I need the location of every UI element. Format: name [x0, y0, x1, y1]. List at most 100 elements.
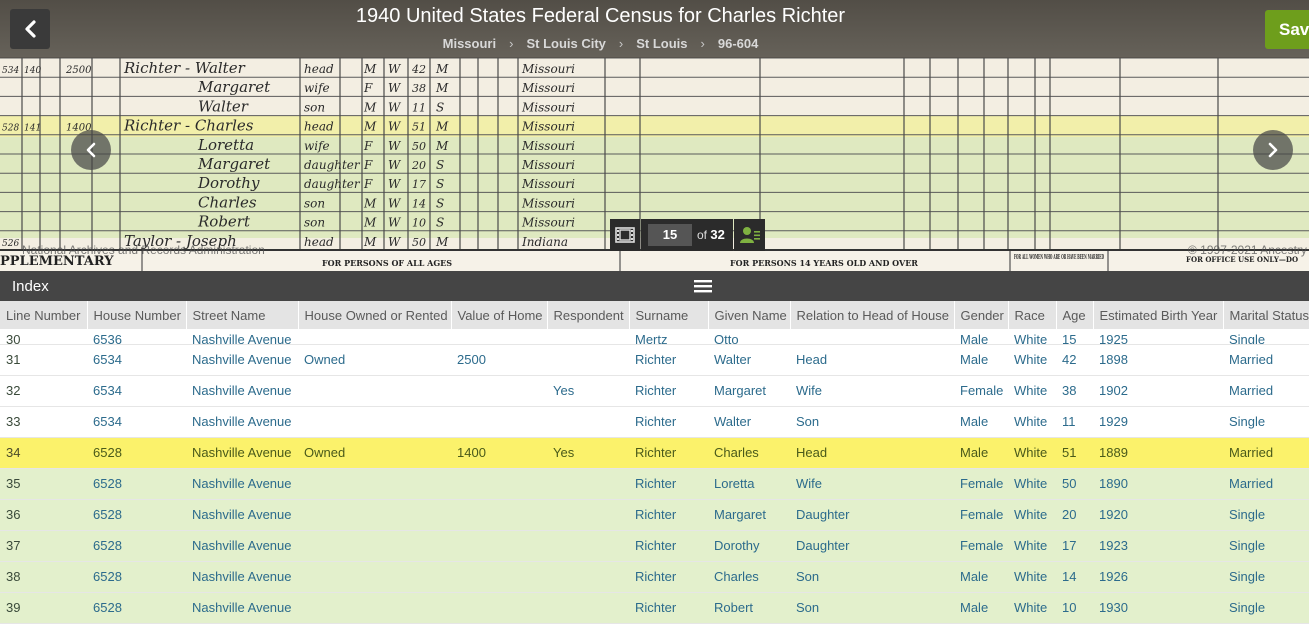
cell-relation[interactable]: Daughter [790, 530, 954, 561]
cell-surname[interactable]: Richter [629, 530, 708, 561]
handwritten-text: wife [304, 81, 330, 95]
column-header-respondent[interactable]: Respondent [547, 301, 630, 329]
cell-relation[interactable]: Head [790, 437, 954, 468]
cell-house-number[interactable]: 6528 [87, 437, 186, 468]
census-image-viewer[interactable]: 534 140 2500 Richter - Walter head M W 42 M Misso… [0, 0, 1309, 271]
cell-home-value[interactable]: 2500 [451, 344, 547, 375]
save-button[interactable]: Save [1265, 10, 1309, 49]
cell-house-number[interactable]: 6528 [87, 499, 186, 530]
breadcrumb-state[interactable]: Missouri [443, 36, 496, 51]
cell-house-number[interactable]: 6528 [87, 592, 186, 623]
cell-house-number[interactable]: 6528 [87, 530, 186, 561]
table-row[interactable]: 37 6528 Nashville Avenue Richter Dorothy Daug… [0, 530, 1309, 561]
column-header-gender[interactable]: Gender [954, 301, 1009, 329]
cell-street-name[interactable]: Nashville Avenue [186, 406, 298, 437]
cell-given-name[interactable]: Margaret [708, 499, 790, 530]
cell-relation[interactable]: Head [790, 344, 954, 375]
cell-owned-rented[interactable]: Owned [298, 344, 451, 375]
table-row[interactable]: 34 6528 Nashville Avenue Owned 1400 Yes Richte… [0, 437, 1309, 468]
cell-house-number[interactable]: 6534 [87, 406, 186, 437]
breadcrumb-town[interactable]: St Louis [636, 36, 687, 51]
cell-relation[interactable]: Son [790, 406, 954, 437]
column-header-surname[interactable]: Surname [629, 301, 709, 329]
column-header-birth-year[interactable]: Estimated Birth Year [1093, 301, 1224, 329]
cell-relation[interactable]: Wife [790, 375, 954, 406]
cell-given-name[interactable]: Walter [708, 344, 790, 375]
cell-street-name[interactable]: Nashville Avenue [186, 592, 298, 623]
cell-street-name[interactable]: Nashville Avenue [186, 530, 298, 561]
cell-street-name[interactable]: Nashville Avenue [186, 468, 298, 499]
cell-house-number[interactable]: 6528 [87, 561, 186, 592]
next-image-button[interactable] [1253, 130, 1293, 170]
previous-image-button[interactable] [71, 130, 111, 170]
cell-given-name[interactable]: Loretta [708, 468, 790, 499]
cell-surname[interactable]: Mertz [629, 329, 708, 345]
cell-line-number: 31 [6, 352, 21, 367]
handwritten-text: daughter [304, 177, 361, 191]
menu-icon[interactable] [694, 279, 712, 293]
column-header-line-number[interactable]: Line Number [0, 301, 88, 329]
cell-surname[interactable]: Richter [629, 344, 708, 375]
breadcrumb-district[interactable]: 96-604 [718, 36, 758, 51]
table-row[interactable]: 39 6528 Nashville Avenue Richter Robert Son Ma… [0, 592, 1309, 623]
cell-house-number[interactable]: 6534 [87, 375, 186, 406]
cell-gender: Female [960, 507, 1004, 522]
table-row[interactable]: 38 6528 Nashville Avenue Richter Charles Son M… [0, 561, 1309, 592]
cell-house-number[interactable]: 6536 [87, 329, 186, 345]
column-header-home-value[interactable]: Value of Home [451, 301, 548, 329]
cell-given-name[interactable]: Margaret [708, 375, 790, 406]
cell-birth-year: 1930 [1099, 600, 1128, 615]
cell-street-name[interactable]: Nashville Avenue [186, 344, 298, 375]
cell-surname[interactable]: Richter [629, 406, 708, 437]
cell-relation[interactable]: Wife [790, 468, 954, 499]
breadcrumb-city[interactable]: St Louis City [526, 36, 605, 51]
cell-house-number[interactable]: 6528 [87, 468, 186, 499]
cell-surname[interactable]: Richter [629, 468, 708, 499]
table-row[interactable]: 35 6528 Nashville Avenue Richter Loretta Wife… [0, 468, 1309, 499]
column-header-house-number[interactable]: House Number [87, 301, 187, 329]
cell-surname[interactable]: Richter [629, 437, 708, 468]
column-header-owned-rented[interactable]: House Owned or Rented [298, 301, 452, 329]
cell-home-value[interactable]: 1400 [451, 437, 547, 468]
cell-given-name[interactable]: Walter [708, 406, 790, 437]
related-people-button[interactable] [734, 219, 765, 251]
table-row[interactable]: 32 6534 Nashville Avenue Yes Richter Margaret… [0, 375, 1309, 406]
cell-street-name[interactable]: Nashville Avenue [186, 329, 298, 345]
cell-street-name[interactable]: Nashville Avenue [186, 499, 298, 530]
cell-surname[interactable]: Richter [629, 499, 708, 530]
column-header-street-name[interactable]: Street Name [186, 301, 299, 329]
cell-respondent[interactable]: Yes [547, 437, 629, 468]
table-row[interactable]: 30 6536 Nashville Avenue Mertz Otto Male White… [0, 329, 1309, 344]
column-header-given-name[interactable]: Given Name [708, 301, 791, 329]
cell-relation[interactable]: Daughter [790, 499, 954, 530]
cell-owned-rented[interactable]: Owned [298, 437, 451, 468]
cell-relation[interactable]: Son [790, 561, 954, 592]
cell-respondent[interactable]: Yes [547, 375, 629, 406]
cell-given-name[interactable]: Charles [708, 561, 790, 592]
page-number-input[interactable]: 15 [648, 224, 692, 246]
column-header-age[interactable]: Age [1056, 301, 1094, 329]
cell-street-name[interactable]: Nashville Avenue [186, 437, 298, 468]
cell-house-number[interactable]: 6534 [87, 344, 186, 375]
cell-given-name[interactable]: Charles [708, 437, 790, 468]
cell-surname[interactable]: Richter [629, 561, 708, 592]
index-table-container[interactable]: Line Number House Number Street Name House … [0, 301, 1309, 624]
cell-given-name[interactable]: Otto [708, 329, 790, 345]
cell-surname[interactable]: Richter [629, 375, 708, 406]
table-row[interactable]: 36 6528 Nashville Avenue Richter Margaret Dau… [0, 499, 1309, 530]
column-header-race[interactable]: Race [1008, 301, 1057, 329]
cell-street-name[interactable]: Nashville Avenue [186, 561, 298, 592]
cell-given-name[interactable]: Dorothy [708, 530, 790, 561]
column-header-marital-status[interactable]: Marital Status [1223, 301, 1309, 329]
handwritten-text: W [388, 120, 402, 134]
cell-gender: Male [960, 569, 989, 584]
copyright-notice: © 1997-2021 Ancestry [1188, 243, 1307, 257]
cell-street-name[interactable]: Nashville Avenue [186, 375, 298, 406]
cell-surname[interactable]: Richter [629, 592, 708, 623]
table-row[interactable]: 33 6534 Nashville Avenue Richter Walter Son Ma… [0, 406, 1309, 437]
filmstrip-button[interactable] [610, 219, 640, 251]
cell-relation[interactable]: Son [790, 592, 954, 623]
cell-given-name[interactable]: Robert [708, 592, 790, 623]
table-row[interactable]: 31 6534 Nashville Avenue Owned 2500 Richter Wa… [0, 344, 1309, 375]
column-header-relation[interactable]: Relation to Head of House [790, 301, 955, 329]
